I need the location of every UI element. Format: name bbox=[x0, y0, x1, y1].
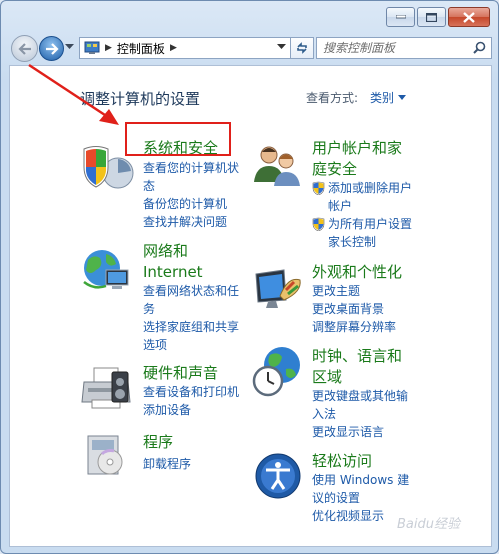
control-panel-window: ▶ 控制面板 ▶ 调整计算机的设置 查看方式: 类别 系统和安 bbox=[0, 0, 499, 554]
annotation-arrow-icon bbox=[28, 63, 119, 125]
watermark: Baidu经验 bbox=[397, 517, 460, 532]
